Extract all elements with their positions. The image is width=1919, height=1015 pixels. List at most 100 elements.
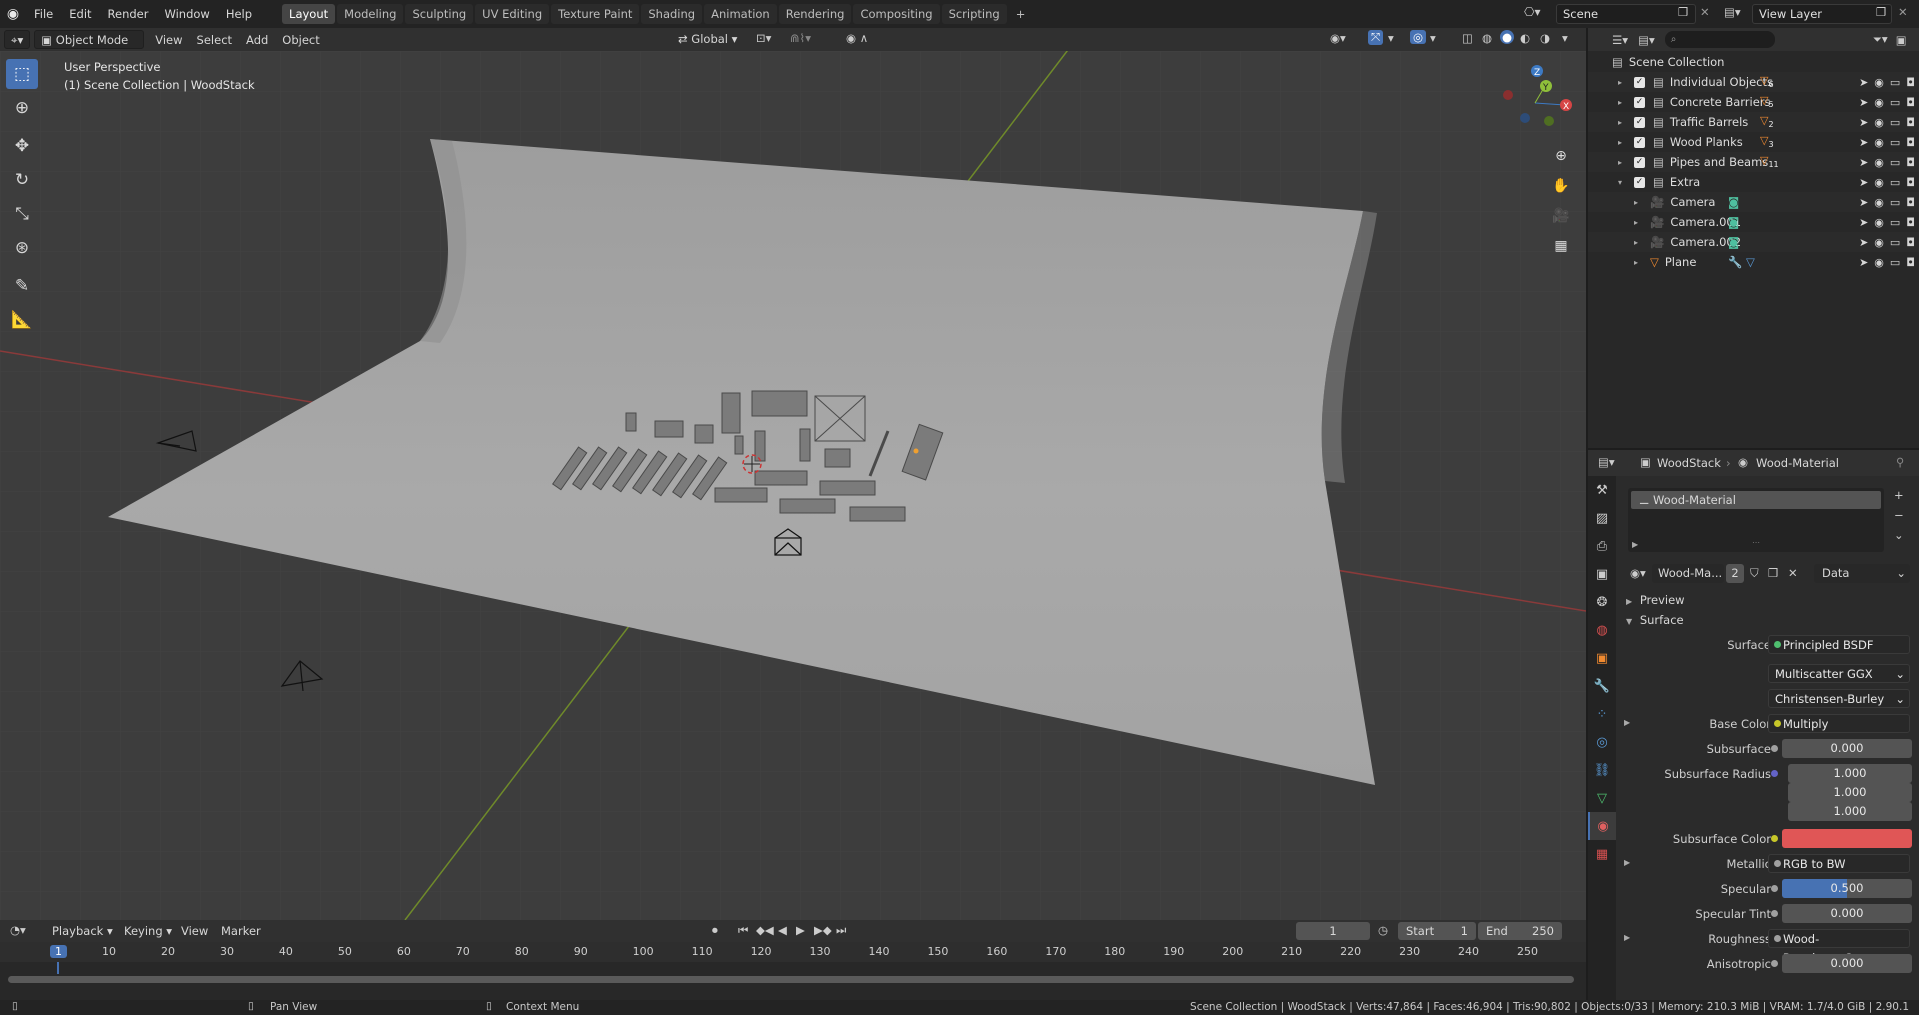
ortho-toggle-button[interactable]: ▦	[1548, 233, 1574, 259]
unlink-material-icon[interactable]: ✕	[1788, 566, 1798, 580]
xray-icon[interactable]: ◫	[1462, 31, 1473, 45]
play-reverse-icon[interactable]: ◀	[778, 923, 787, 937]
tab-render[interactable]: ▨	[1588, 504, 1616, 532]
timeline-scrollbar[interactable]	[8, 976, 1574, 983]
camera-data-icon[interactable]: ◙	[1728, 235, 1739, 249]
subsurface-color-swatch[interactable]	[1782, 829, 1912, 848]
exclude-checkbox[interactable]: ✓	[1634, 176, 1645, 188]
viewport-icon[interactable]: ▭	[1890, 136, 1900, 149]
record-icon[interactable]: ⏺	[712, 923, 718, 938]
menu-edit[interactable]: Edit	[61, 3, 99, 25]
current-frame-field[interactable]: 1	[1296, 922, 1370, 940]
outliner-row[interactable]: ▸ 🎥 Camera.002 ◙ ➤ ◉ ▭ ◘	[1588, 232, 1919, 252]
modifier-wrench-icon[interactable]: 🔧 ▽	[1728, 255, 1755, 269]
menu-add[interactable]: Add	[239, 33, 275, 47]
eye-icon[interactable]: ◉	[1874, 136, 1884, 149]
outliner-row[interactable]: ▸ ✓ ▤ Traffic Barrels ▽2 ➤ ◉ ▭ ◘	[1588, 112, 1919, 132]
user-count-badge[interactable]: 2	[1726, 564, 1744, 583]
select-arrow-icon[interactable]: ➤	[1859, 236, 1868, 249]
pin-icon[interactable]: ⚲	[1896, 455, 1904, 469]
material-browse-icon[interactable]: ◉▾	[1630, 566, 1646, 580]
filter-icon[interactable]: ⏷▾	[1873, 32, 1888, 47]
pivot-icon[interactable]: ⊡▾	[756, 31, 771, 45]
render-camera-icon[interactable]: ◘	[1906, 216, 1915, 229]
menu-playback[interactable]: Playback ▾	[52, 924, 113, 938]
exclude-checkbox[interactable]: ✓	[1634, 116, 1645, 128]
specular-tint-field[interactable]: 0.000	[1782, 904, 1912, 923]
expanded-arrow-icon[interactable]: ▾	[1618, 178, 1626, 187]
breadcrumb-object[interactable]: WoodStack	[1657, 456, 1721, 470]
exclude-checkbox[interactable]: ✓	[1634, 96, 1645, 108]
select-arrow-icon[interactable]: ➤	[1859, 256, 1868, 269]
viewport-icon[interactable]: ▭	[1890, 176, 1900, 189]
menu-window[interactable]: Window	[156, 3, 217, 25]
clock-icon[interactable]: ◷	[1378, 923, 1388, 937]
menu-help[interactable]: Help	[218, 3, 260, 25]
outliner-row[interactable]: ▸ ✓ ▤ Pipes and Beams ▽11 ➤ ◉ ▭ ◘	[1588, 152, 1919, 172]
select-arrow-icon[interactable]: ➤	[1859, 76, 1868, 89]
resize-handle-icon[interactable]: ⋯	[1752, 538, 1760, 547]
eye-icon[interactable]: ◉	[1874, 216, 1884, 229]
menu-render[interactable]: Render	[100, 3, 157, 25]
tab-texture[interactable]: ▦	[1588, 840, 1616, 868]
view-layer-selector[interactable]: View Layer	[1752, 4, 1892, 24]
viewport-scene[interactable]: Z Y X	[0, 51, 1586, 920]
collapsed-arrow-icon[interactable]: ▸	[1618, 158, 1626, 167]
render-camera-icon[interactable]: ◘	[1906, 76, 1915, 89]
tab-output[interactable]: ⎙	[1588, 532, 1616, 560]
tab-material[interactable]: ◉	[1588, 812, 1616, 840]
pan-button[interactable]: ✋	[1548, 173, 1574, 199]
scene-collection-row[interactable]: ▤ Scene Collection	[1588, 52, 1919, 72]
scene-icon[interactable]: ⎔▾	[1524, 5, 1541, 19]
select-arrow-icon[interactable]: ➤	[1859, 176, 1868, 189]
eye-icon[interactable]: ◉	[1874, 256, 1884, 269]
scene-selector[interactable]: Scene	[1556, 4, 1696, 24]
exclude-checkbox[interactable]: ✓	[1634, 136, 1645, 148]
render-camera-icon[interactable]: ◘	[1906, 176, 1915, 189]
shading-options-icon[interactable]: ▾	[1562, 31, 1568, 45]
menu-file[interactable]: File	[26, 3, 61, 25]
outliner-row[interactable]: ▸ 🎥 Camera ◙ ➤ ◉ ▭ ◘	[1588, 192, 1919, 212]
prev-keyframe-icon[interactable]: ◆◀	[756, 923, 774, 937]
outliner-row[interactable]: ▸ ✓ ▤ Wood Planks ▽3 ➤ ◉ ▭ ◘	[1588, 132, 1919, 152]
fake-user-icon[interactable]: ⛉	[1750, 566, 1759, 581]
collapsed-arrow-icon[interactable]: ▸	[1634, 198, 1642, 207]
anisotropic-field[interactable]: 0.000	[1782, 954, 1912, 973]
camera-data-icon[interactable]: ◙	[1728, 195, 1739, 209]
menu-timeline-view[interactable]: View	[181, 924, 208, 938]
close-scene-icon[interactable]: ✕	[1700, 5, 1710, 19]
outliner-search-input[interactable]: ⌕	[1664, 31, 1775, 48]
wireframe-shading-icon[interactable]: ◍	[1482, 31, 1492, 45]
specular-slider[interactable]: 0.500	[1782, 879, 1912, 898]
viewport-icon[interactable]: ▭	[1890, 96, 1900, 109]
tab-compositing[interactable]: Compositing	[853, 4, 940, 24]
slot-specials-icon[interactable]: ⌄	[1894, 528, 1904, 542]
link-selector[interactable]: Data ⌄	[1814, 564, 1910, 583]
expand-arrow-icon[interactable]: ▶	[1624, 933, 1630, 942]
tab-tool[interactable]: ⚒	[1588, 476, 1616, 504]
subsurface-radius-x-field[interactable]: 1.000	[1788, 764, 1912, 783]
overlays-dropdown-icon[interactable]: ▾	[1430, 31, 1436, 45]
surface-shader-field[interactable]: Principled BSDF	[1768, 635, 1910, 654]
tab-physics[interactable]: ◎	[1588, 728, 1616, 756]
tab-constraints[interactable]: ⛓	[1588, 756, 1616, 784]
render-camera-icon[interactable]: ◘	[1906, 96, 1915, 109]
visibility-icon[interactable]: ◉▾	[1330, 31, 1346, 45]
subsurface-radius-y-field[interactable]: 1.000	[1788, 783, 1912, 802]
frame-ruler[interactable]: 1 10 20 30 40 50 60 70 80 90 100 110 120 130 140 150 160…	[0, 942, 1586, 962]
distribution-dropdown[interactable]: Multiscatter GGX ⌄	[1768, 664, 1910, 683]
render-camera-icon[interactable]: ◘	[1906, 116, 1915, 129]
blender-logo-icon[interactable]: ◉	[0, 6, 26, 22]
select-arrow-icon[interactable]: ➤	[1859, 136, 1868, 149]
rendered-shading-icon[interactable]: ◑	[1540, 31, 1550, 45]
render-camera-icon[interactable]: ◘	[1906, 136, 1915, 149]
select-arrow-icon[interactable]: ➤	[1859, 96, 1868, 109]
measure-tool[interactable]: 📐	[6, 305, 38, 335]
menu-view[interactable]: View	[148, 33, 189, 47]
new-collection-icon[interactable]: ▣	[1896, 33, 1907, 47]
next-keyframe-icon[interactable]: ▶◆	[814, 923, 832, 937]
gizmo-dropdown-icon[interactable]: ▾	[1388, 31, 1394, 45]
eye-icon[interactable]: ◉	[1874, 156, 1884, 169]
tab-view-layer[interactable]: ▣	[1588, 560, 1616, 588]
view-layer-icon[interactable]: ▤▾	[1724, 5, 1741, 19]
